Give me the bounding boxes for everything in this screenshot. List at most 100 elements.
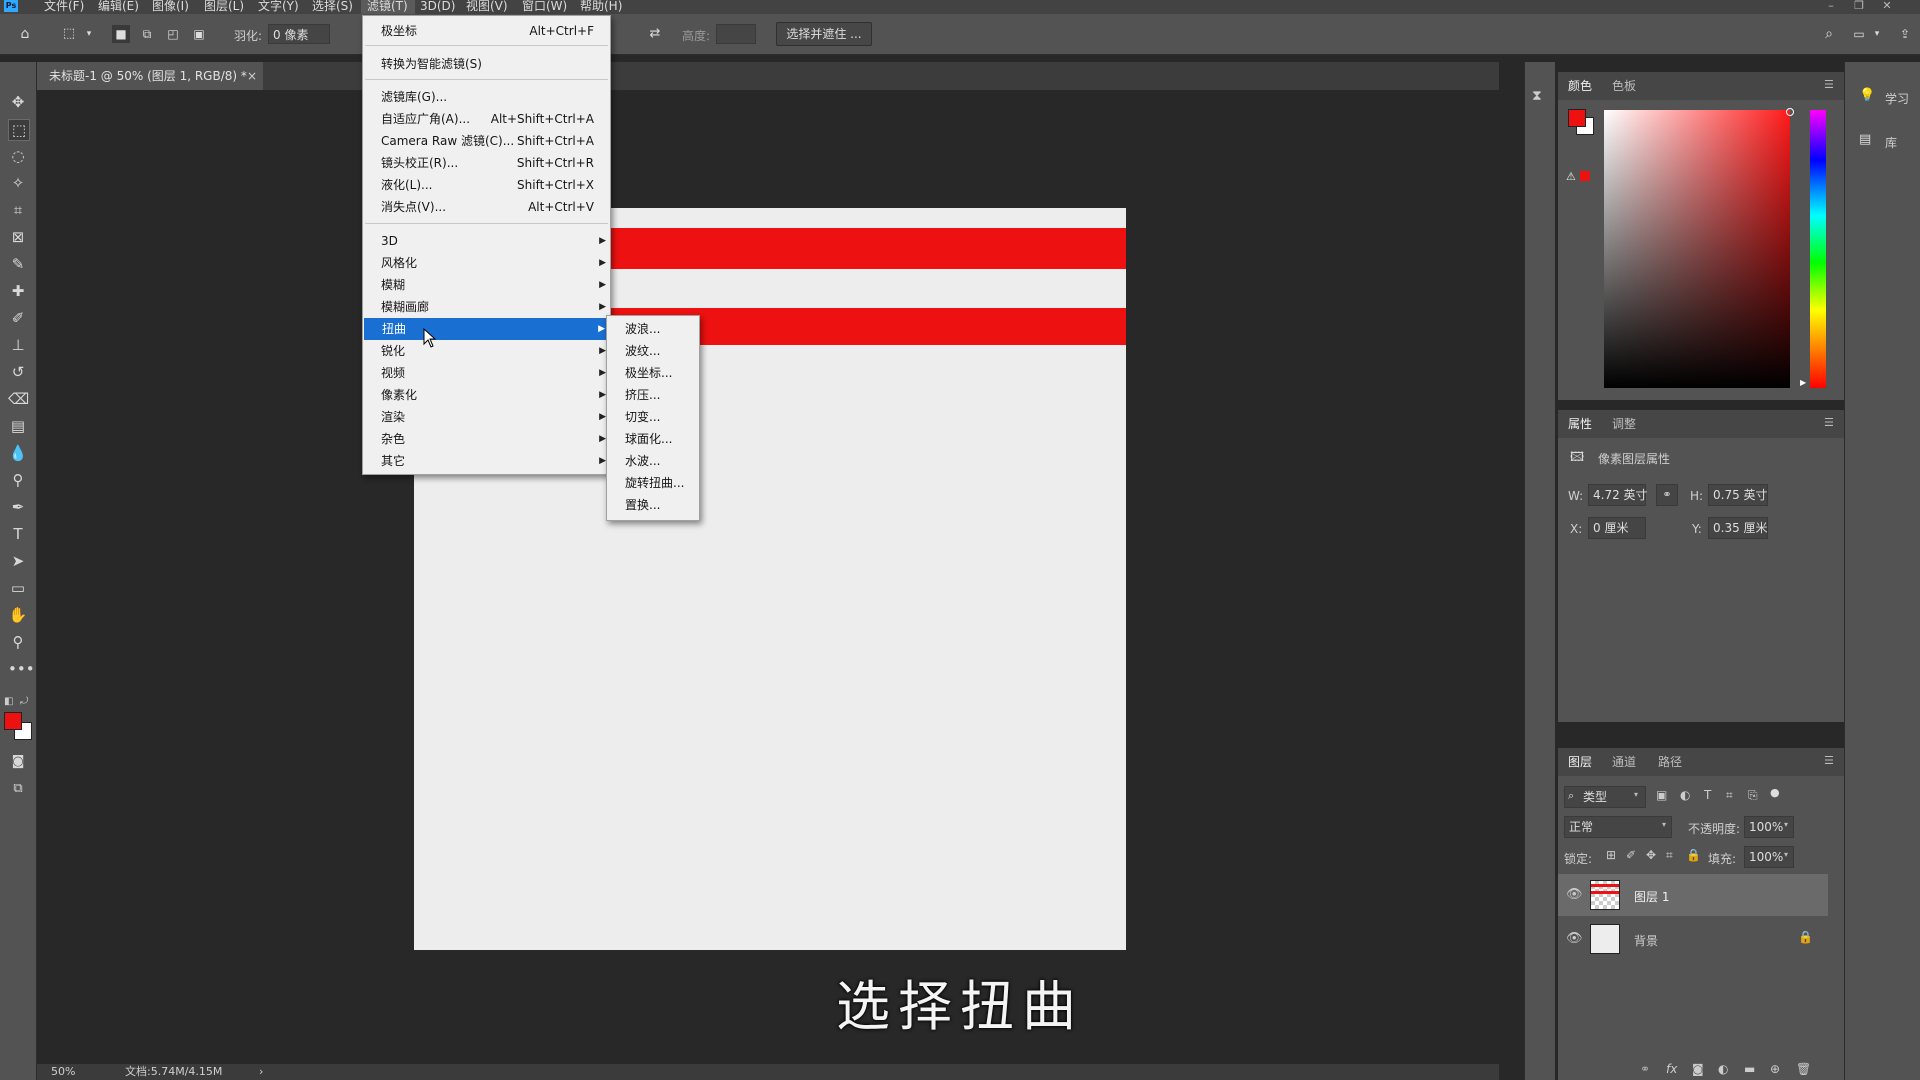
visibility-eye-icon[interactable]: 👁 [1566, 931, 1583, 946]
chevron-down-icon[interactable]: ▾ [1784, 820, 1788, 829]
foreground-color-chip[interactable] [1568, 109, 1586, 127]
status-chevron-icon[interactable]: › [259, 1064, 263, 1080]
link-layers-icon[interactable]: ⚭ [1640, 1062, 1650, 1076]
filter-type-icon[interactable]: T [1704, 788, 1711, 802]
foreground-color-swatch[interactable] [4, 712, 22, 730]
menu-item-noise[interactable]: 杂色 ▶ [363, 428, 610, 450]
healing-brush-tool-icon[interactable]: ✚ [8, 281, 28, 301]
workspace-icon[interactable]: ▭ [1850, 25, 1868, 43]
new-group-icon[interactable]: ▬ [1744, 1062, 1755, 1076]
menu-edit[interactable]: 编辑(E) [98, 0, 139, 14]
eyedropper-tool-icon[interactable]: ✎ [8, 254, 28, 274]
clone-stamp-tool-icon[interactable]: ⊥ [8, 335, 28, 355]
crop-tool-icon[interactable]: ⌗ [8, 200, 28, 220]
filter-adjustment-icon[interactable]: ◐ [1680, 788, 1690, 802]
menu-item-video[interactable]: 视频 ▶ [363, 362, 610, 384]
rectangular-marquee-tool-icon[interactable]: ⬚ [8, 119, 30, 141]
restore-button[interactable]: ❐ [1848, 0, 1870, 14]
menu-item-pixelate[interactable]: 像素化 ▶ [363, 384, 610, 406]
path-selection-tool-icon[interactable]: ➤ [8, 551, 28, 571]
menu-type[interactable]: 文字(Y) [258, 0, 299, 14]
zoom-tool-icon[interactable]: ⚲ [8, 632, 28, 652]
delete-layer-icon[interactable]: 🗑 [1796, 1062, 1811, 1076]
menu-item-3d[interactable]: 3D ▶ [363, 230, 610, 252]
height-input[interactable]: 0.75 英寸 [1708, 484, 1768, 506]
close-window-button[interactable]: ✕ [1876, 0, 1898, 14]
submenu-item-ripple[interactable]: 波纹... [607, 340, 699, 362]
quick-mask-icon[interactable]: ◙ [8, 752, 28, 772]
document-tab[interactable]: 未标题-1 @ 50% (图层 1, RGB/8) * × [37, 62, 263, 90]
menu-item-filter-gallery[interactable]: 滤镜库(G)... [363, 86, 610, 108]
select-and-mask-button[interactable]: 选择并遮住 ... [776, 22, 872, 46]
add-mask-icon[interactable]: ◙ [1692, 1062, 1704, 1076]
submenu-item-twirl[interactable]: 旋转扭曲... [607, 472, 699, 494]
menu-file[interactable]: 文件(F) [44, 0, 84, 14]
add-selection-icon[interactable]: ⧉ [138, 25, 156, 43]
blur-tool-icon[interactable]: 💧 [8, 443, 28, 463]
color-field[interactable] [1604, 110, 1790, 388]
menu-item-distort[interactable]: 扭曲 ▶ [364, 318, 609, 340]
adjustment-layer-icon[interactable]: ◐ [1718, 1062, 1728, 1076]
menu-view[interactable]: 视图(V) [466, 0, 508, 14]
learn-panel-button[interactable]: 学习 [1885, 90, 1909, 107]
search-icon[interactable]: ⌕ [1820, 25, 1838, 43]
submenu-item-shear[interactable]: 切变... [607, 406, 699, 428]
tab-adjustments[interactable]: 调整 [1612, 410, 1636, 438]
panel-menu-icon[interactable]: ☰ [1824, 79, 1836, 90]
hand-tool-icon[interactable]: ✋ [8, 605, 28, 625]
move-tool-icon[interactable]: ✥ [8, 92, 28, 112]
marquee-preset-icon[interactable]: ⬚ [60, 25, 78, 43]
menu-item-vanishing-point[interactable]: 消失点(V)... Alt+Ctrl+V [363, 196, 610, 218]
hue-slider[interactable] [1810, 110, 1826, 388]
layer-effects-icon[interactable]: fx [1666, 1062, 1677, 1076]
filter-pixel-icon[interactable]: ▣ [1656, 788, 1667, 802]
gamut-warning-icon[interactable]: ⚠ [1566, 170, 1576, 183]
gamut-color-chip[interactable] [1580, 171, 1590, 181]
menu-window[interactable]: 窗口(W) [522, 0, 567, 14]
menu-item-camera-raw[interactable]: Camera Raw 滤镜(C)... Shift+Ctrl+A [363, 130, 610, 152]
layer-name[interactable]: 背景 [1634, 932, 1658, 949]
pen-tool-icon[interactable]: ✒ [8, 497, 28, 517]
new-layer-icon[interactable]: ⊕ [1770, 1062, 1780, 1076]
frame-tool-icon[interactable]: ⊠ [8, 227, 28, 247]
menu-item-render[interactable]: 渲染 ▶ [363, 406, 610, 428]
layer-row-layer-1[interactable]: 👁 图层 1 [1558, 874, 1828, 916]
submenu-item-zigzag[interactable]: 水波... [607, 450, 699, 472]
lock-artboard-icon[interactable]: ⌗ [1666, 848, 1673, 863]
filter-shape-icon[interactable]: ⌗ [1726, 788, 1733, 803]
submenu-item-wave[interactable]: 波浪... [607, 318, 699, 340]
layer-name[interactable]: 图层 1 [1634, 888, 1669, 905]
menu-item-adaptive-wide-angle[interactable]: 自适应广角(A)... Alt+Shift+Ctrl+A [363, 108, 610, 130]
panel-menu-icon[interactable]: ☰ [1824, 417, 1836, 428]
magic-wand-tool-icon[interactable]: ✧ [8, 173, 28, 193]
tab-properties[interactable]: 属性 [1568, 410, 1592, 438]
workspace-chevron-icon[interactable]: ▾ [1868, 25, 1886, 43]
default-colors-icon[interactable]: ◧ [4, 696, 13, 707]
screen-mode-icon[interactable]: ⧉ [8, 779, 28, 799]
width-input[interactable]: 4.72 英寸 [1588, 484, 1648, 506]
menu-item-lens-correction[interactable]: 镜头校正(R)... Shift+Ctrl+R [363, 152, 610, 174]
menu-item-blur[interactable]: 模糊 ▶ [363, 274, 610, 296]
lightbulb-icon[interactable]: 💡 [1859, 88, 1875, 103]
filter-toggle-icon[interactable]: ● [1770, 786, 1780, 799]
lock-transparent-icon[interactable]: ⊞ [1606, 848, 1616, 862]
lasso-tool-icon[interactable]: ◌ [8, 146, 28, 166]
menu-item-polar-coordinates-last[interactable]: 极坐标 Alt+Ctrl+F [363, 20, 610, 42]
submenu-item-spherize[interactable]: 球面化... [607, 428, 699, 450]
lock-all-icon[interactable]: 🔒 [1686, 848, 1701, 862]
eraser-tool-icon[interactable]: ⌫ [8, 389, 29, 409]
tab-color[interactable]: 颜色 [1568, 72, 1592, 100]
zoom-level[interactable]: 50% [51, 1064, 75, 1080]
minimize-button[interactable]: – [1820, 0, 1842, 14]
menu-help[interactable]: 帮助(H) [580, 0, 622, 14]
library-panel-button[interactable]: 库 [1885, 134, 1897, 151]
submenu-item-pinch[interactable]: 挤压... [607, 384, 699, 406]
menu-item-convert-smart-filters[interactable]: 转换为智能滤镜(S) [363, 53, 610, 75]
height-input[interactable] [716, 24, 756, 44]
panel-menu-icon[interactable]: ☰ [1824, 755, 1836, 766]
chevron-down-icon[interactable]: ▾ [80, 25, 98, 43]
swap-icon[interactable]: ⇄ [646, 25, 664, 43]
submenu-item-polar-coordinates[interactable]: 极坐标... [607, 362, 699, 384]
history-panel-icon[interactable]: ⧗ [1532, 88, 1542, 104]
tab-layers[interactable]: 图层 [1568, 748, 1592, 776]
